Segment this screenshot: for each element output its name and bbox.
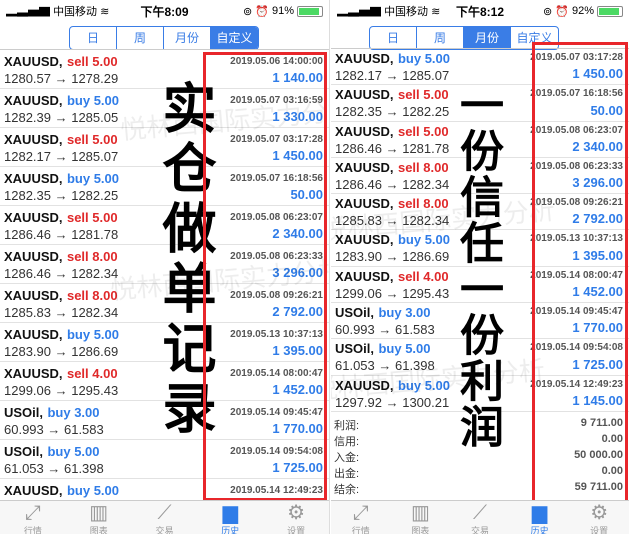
- segment-week[interactable]: 周: [117, 27, 164, 49]
- symbol: XAUUSD,: [4, 288, 63, 303]
- tab-label: 设置: [287, 526, 306, 534]
- tab-trade[interactable]: ⟋ 交易: [132, 501, 198, 534]
- history-inbox-icon: ▆: [531, 502, 548, 524]
- tab-quotes[interactable]: ⤢ 行情: [331, 501, 391, 534]
- trade-side: buy 5.00: [397, 51, 450, 66]
- tab-label: 历史: [530, 526, 549, 534]
- bottom-tab-bar: ⤢ 行情 ▥ 图表 ⟋ 交易 ▆ 历史 ⚙ 设置: [0, 500, 329, 534]
- summary-label: 信用:: [334, 436, 360, 448]
- tab-settings[interactable]: ⚙ 设置: [569, 501, 629, 534]
- symbol: XAUUSD,: [4, 132, 63, 147]
- trade-side: buy 5.00: [66, 171, 119, 186]
- summary-label: 结余:: [334, 484, 360, 496]
- symbol: USOil,: [4, 405, 44, 420]
- tab-label: 历史: [221, 526, 240, 534]
- summary-label: 出金:: [334, 468, 360, 480]
- clock: 下午8:12: [455, 4, 505, 19]
- trade-chart-icon: ⟋: [157, 502, 172, 524]
- tab-label: 交易: [470, 526, 489, 534]
- trade-side: sell 4.00: [397, 268, 449, 284]
- segment-custom[interactable]: 自定义: [211, 27, 258, 49]
- symbol: USOil,: [4, 444, 44, 459]
- tab-chart[interactable]: ▥ 图表: [391, 501, 451, 534]
- quotes-arrows-icon: ⤢: [24, 502, 41, 524]
- trade-chart-icon: ⟋: [472, 502, 487, 524]
- symbol: XAUUSD,: [4, 93, 63, 108]
- symbol: XAUUSD,: [4, 54, 63, 69]
- summary-label: 利润:: [334, 420, 360, 432]
- tab-label: 行情: [351, 526, 370, 534]
- symbol: XAUUSD,: [335, 159, 394, 175]
- symbol: XAUUSD,: [4, 483, 63, 498]
- trade-side: sell 5.00: [66, 54, 118, 69]
- trade-side: sell 5.00: [66, 210, 118, 225]
- segment-day[interactable]: 日: [370, 27, 417, 49]
- tab-settings[interactable]: ⚙ 设置: [263, 501, 329, 534]
- symbol: USOil,: [335, 341, 375, 357]
- candlestick-chart-icon: ▥: [410, 502, 430, 524]
- trade-side: sell 8.00: [397, 159, 449, 175]
- gear-icon: ⚙: [287, 502, 306, 524]
- trade-side: buy 5.00: [66, 93, 119, 108]
- tab-label: 图表: [89, 526, 108, 534]
- candlestick-chart-icon: ▥: [89, 502, 109, 524]
- trade-side: sell 8.00: [66, 249, 118, 264]
- overlay-caption: 一份信任一份利润: [452, 82, 503, 450]
- trade-side: buy 3.00: [47, 405, 100, 420]
- symbol: XAUUSD,: [335, 268, 394, 284]
- period-segmented-control: 日周月份 自定义: [69, 26, 259, 50]
- bottom-tab-bar: ⤢ 行情 ▥ 图表 ⟋ 交易 ▆ 历史 ⚙ 设置: [331, 500, 629, 534]
- segment-day[interactable]: 日: [70, 27, 117, 49]
- status-bar: ▂▃▅▇ 中国移动 ≋ 下午8:09 ⊚ ⏰ 91%: [0, 0, 329, 22]
- gear-icon: ⚙: [590, 502, 609, 524]
- segment-week[interactable]: 周: [417, 27, 464, 49]
- trade-side: buy 5.00: [66, 327, 119, 342]
- highlight-box: [532, 42, 628, 519]
- symbol: XAUUSD,: [4, 249, 63, 264]
- segment-month[interactable]: 月份: [164, 27, 211, 49]
- trade-side: buy 5.00: [66, 483, 119, 498]
- tab-history[interactable]: ▆ 历史: [197, 501, 263, 534]
- quotes-arrows-icon: ⤢: [352, 502, 369, 524]
- tab-history[interactable]: ▆ 历史: [510, 501, 570, 534]
- tab-label: 设置: [590, 526, 609, 534]
- symbol: XAUUSD,: [335, 51, 394, 66]
- trade-side: sell 4.00: [66, 366, 118, 381]
- symbol: XAUUSD,: [335, 123, 394, 139]
- left-screenshot: ▂▃▅▇ 中国移动 ≋ 下午8:09 ⊚ ⏰ 91% 日周月份 自定义 XAUUSD, se…: [0, 0, 330, 534]
- trade-side: sell 5.00: [66, 132, 118, 147]
- symbol: XAUUSD,: [335, 87, 394, 103]
- status-bar: ▂▃▅▇ 中国移动 ≋ 下午8:12 ⊚ ⏰ 92%: [331, 0, 629, 22]
- segment-month[interactable]: 月份: [464, 27, 511, 49]
- summary-label: 入金:: [334, 452, 360, 464]
- trade-side: buy 5.00: [47, 444, 100, 459]
- history-inbox-icon: ▆: [222, 502, 238, 524]
- symbol: XAUUSD,: [4, 366, 63, 381]
- right-screenshot: ▂▃▅▇ 中国移动 ≋ 下午8:12 ⊚ ⏰ 92% 日周月份 自定义 XAUUSD, bu…: [331, 0, 629, 534]
- tab-quotes[interactable]: ⤢ 行情: [0, 501, 66, 534]
- period-segmented-control: 日周月份 自定义: [369, 26, 559, 50]
- symbol: XAUUSD,: [4, 327, 63, 342]
- tab-chart[interactable]: ▥ 图表: [66, 501, 132, 534]
- highlight-box: [203, 52, 327, 501]
- clock: 下午8:09: [140, 4, 189, 19]
- trade-side: sell 5.00: [397, 87, 449, 103]
- tab-label: 行情: [23, 526, 42, 534]
- trade-side: sell 5.00: [397, 123, 449, 139]
- symbol: USOil,: [335, 305, 375, 321]
- trade-side: buy 5.00: [378, 341, 431, 357]
- symbol: XAUUSD,: [4, 171, 63, 186]
- tab-trade[interactable]: ⟋ 交易: [450, 501, 510, 534]
- tab-label: 交易: [155, 526, 174, 534]
- symbol: XAUUSD,: [4, 210, 63, 225]
- trade-side: buy 3.00: [378, 305, 431, 321]
- tab-label: 图表: [411, 526, 430, 534]
